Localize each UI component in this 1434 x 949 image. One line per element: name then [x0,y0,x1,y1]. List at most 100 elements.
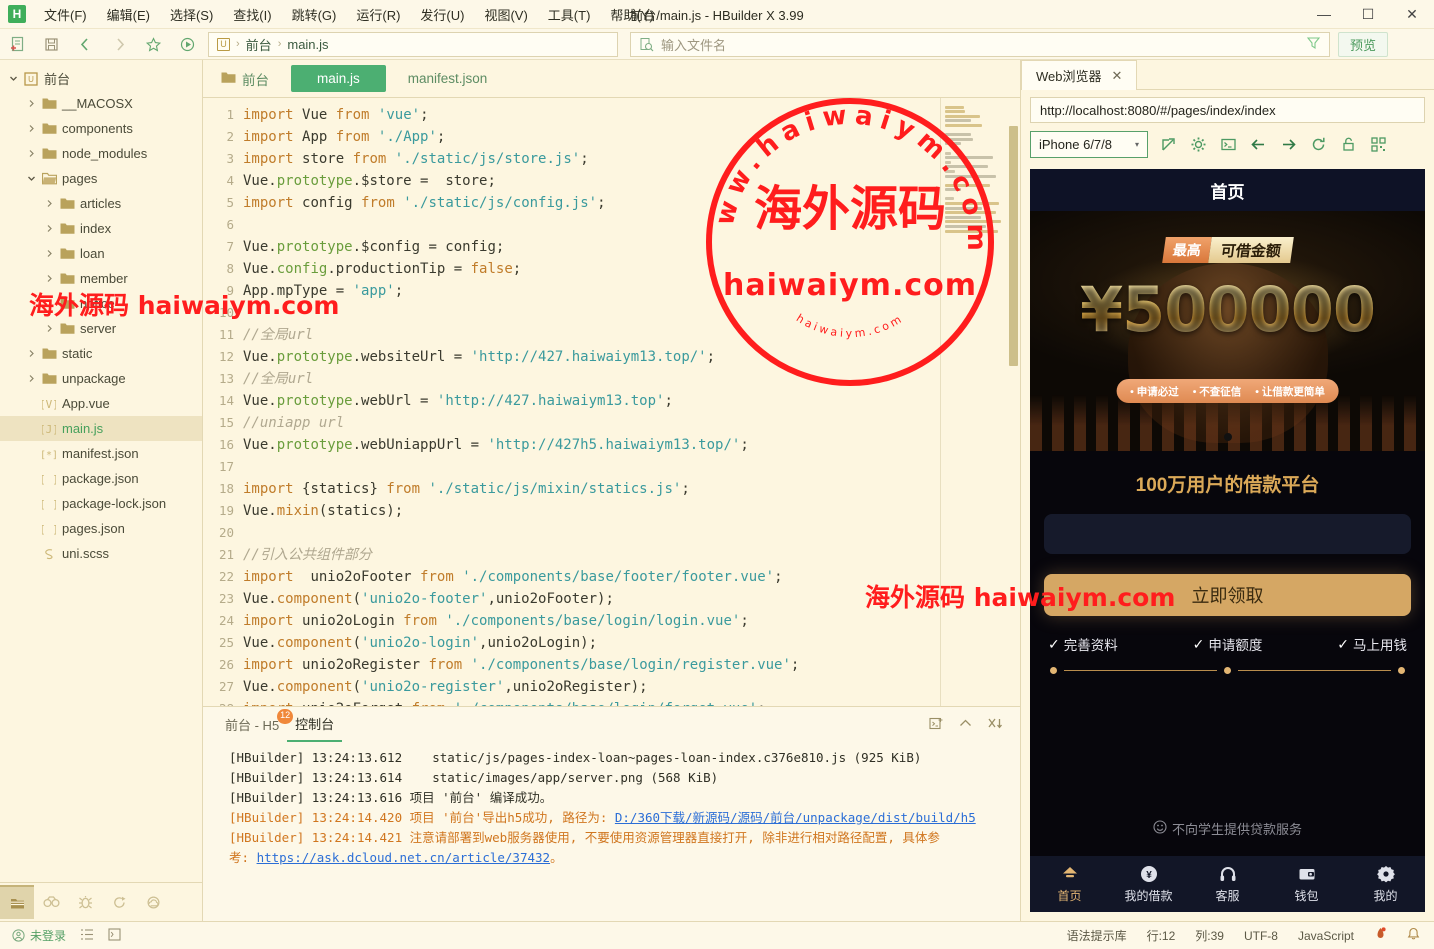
git-icon[interactable] [102,885,136,919]
cloud-icon[interactable] [136,885,170,919]
banner-indicator-dot[interactable] [1223,433,1232,441]
new-file-icon[interactable] [0,29,34,60]
tree-arrow[interactable] [24,99,39,108]
tree-item-static[interactable]: static [0,341,202,366]
close-button[interactable]: ✕ [1390,0,1434,29]
amount-input[interactable] [1044,514,1411,554]
breadcrumb[interactable]: U › 前台 › main.js [208,31,618,57]
console-tab-bar[interactable]: 前台 - H5 12 控制台 [203,707,1020,742]
back-icon[interactable] [1248,135,1268,155]
collapse-icon[interactable] [958,716,973,734]
tree-arrow[interactable] [24,174,39,183]
new-terminal-icon[interactable] [929,716,944,734]
cursor-row[interactable]: 行:12 [1147,927,1176,944]
editor-tab--[interactable]: 前台 [203,60,287,97]
warning-icon[interactable] [1374,927,1387,944]
syntax-library[interactable]: 语法提示库 [1067,927,1127,944]
tree-item-articles[interactable]: articles [0,191,202,216]
console-tab-h5[interactable]: 前台 - H5 12 [217,707,294,742]
tree-arrow[interactable] [24,149,39,158]
lock-icon[interactable] [1338,135,1358,155]
explorer-icon[interactable] [0,885,34,919]
minimize-button[interactable]: — [1302,0,1346,29]
tree-arrow[interactable] [42,249,57,258]
tree-item-index[interactable]: index [0,216,202,241]
tree-arrow[interactable] [6,74,21,83]
tree-item-package-lock-json[interactable]: [ ] package-lock.json [0,491,202,516]
settings-icon[interactable] [1188,135,1208,155]
console-output[interactable]: [HBuilder] 13:24:13.612 static/js/pages-… [203,742,1020,921]
console-icon[interactable] [1218,135,1238,155]
tree-item-uni-scss[interactable]: uni.scss [0,541,202,566]
favorite-icon[interactable] [136,29,170,60]
close-icon[interactable]: ✕ [1112,68,1123,84]
tree-item-notice[interactable]: notice [0,291,202,316]
breadcrumb-file[interactable]: main.js [287,37,328,52]
minimap-scrollbar[interactable] [1009,126,1018,366]
cursor-col[interactable]: 列:39 [1195,927,1224,944]
tree-item-loan[interactable]: loan [0,241,202,266]
editor-tab-bar[interactable]: 前台 main.js manifest.json [203,60,1020,98]
menu-item-7[interactable]: 视图(V) [474,1,537,28]
code-content[interactable]: import Vue from 'vue'; import App from '.… [243,98,940,706]
tree-item-pages[interactable]: pages [0,166,202,191]
preview-button[interactable]: 预览 [1338,31,1389,57]
file-tree[interactable]: U 前台 __MACOSX components node_modules pages ar… [0,60,202,882]
tree-item-app-vue[interactable]: [V] App.vue [0,391,202,416]
terminal-icon[interactable] [108,927,122,944]
encoding[interactable]: UTF-8 [1244,929,1278,943]
language-mode[interactable]: JavaScript [1298,929,1354,943]
save-icon[interactable] [34,29,68,60]
tree-arrow[interactable] [24,124,39,133]
tree-item-main-js[interactable]: [J] main.js [0,416,202,441]
menu-item-9[interactable]: 帮助(Y) [600,1,663,28]
browser-tab[interactable]: Web浏览器 ✕ [1021,60,1138,90]
url-input[interactable]: http://localhost:8080/#/pages/index/inde… [1030,97,1425,123]
tree-arrow[interactable] [42,324,57,333]
tree-arrow[interactable] [42,274,57,283]
tree-item-server[interactable]: server [0,316,202,341]
tree-arrow[interactable] [42,299,57,308]
tree-item-member[interactable]: member [0,266,202,291]
nav-item-home[interactable]: 首页 [1030,864,1109,904]
tree-arrow[interactable] [24,349,39,358]
tree-item-package-json[interactable]: [ ] package.json [0,466,202,491]
menu-item-5[interactable]: 运行(R) [346,1,410,28]
nav-item-wallet[interactable]: 钱包 [1267,864,1346,904]
back-icon[interactable] [68,29,102,60]
tree-arrow[interactable] [42,224,57,233]
debug-icon[interactable] [68,885,102,919]
code-editor[interactable]: 1 2 3 4 5 6 7 8 9 10 11 12 13 14 15 16 17 18 19 20 21 22 23 24 2… [203,98,1020,706]
tree-arrow[interactable] [24,374,39,383]
device-select[interactable]: iPhone 6/7/8 ▾ [1030,131,1148,158]
claim-button[interactable]: 立即领取 [1044,574,1411,616]
clear-icon[interactable] [987,716,1004,734]
tree-item-manifest-json[interactable]: [*] manifest.json [0,441,202,466]
menu-item-4[interactable]: 跳转(G) [282,1,347,28]
qrcode-icon[interactable] [1368,135,1388,155]
tree-item-pages-json[interactable]: [ ] pages.json [0,516,202,541]
code-minimap[interactable] [940,98,1020,706]
popout-icon[interactable] [1158,135,1178,155]
filter-icon[interactable] [1306,35,1321,53]
promo-banner[interactable]: 最高 可借金额 ¥500000 • 申请必过 • 不查征信 • 让借款更简单 [1030,211,1425,451]
menu-item-0[interactable]: 文件(F) [34,1,97,28]
maximize-button[interactable]: ☐ [1346,0,1390,29]
menu-item-8[interactable]: 工具(T) [538,1,601,28]
editor-tab-manifest-json[interactable]: manifest.json [390,60,506,97]
bell-icon[interactable] [1407,927,1420,944]
login-status[interactable]: 未登录 [12,927,66,944]
tree-item-components[interactable]: components [0,116,202,141]
nav-item-gear[interactable]: 我的 [1346,864,1425,904]
breadcrumb-project[interactable]: 前台 [246,35,272,54]
tree-arrow[interactable] [42,199,57,208]
menu-item-3[interactable]: 查找(I) [223,1,281,28]
reload-icon[interactable] [1308,135,1328,155]
menu-item-2[interactable]: 选择(S) [160,1,223,28]
bottom-nav-bar[interactable]: 首页 ¥ 我的借款 客服 钱包 我的 [1030,856,1425,912]
tree-item--[interactable]: U 前台 [0,66,202,91]
file-find-input[interactable]: 输入文件名 [630,31,1330,57]
tree-item-node-modules[interactable]: node_modules [0,141,202,166]
run-icon[interactable] [170,29,204,60]
menu-item-1[interactable]: 编辑(E) [97,1,160,28]
